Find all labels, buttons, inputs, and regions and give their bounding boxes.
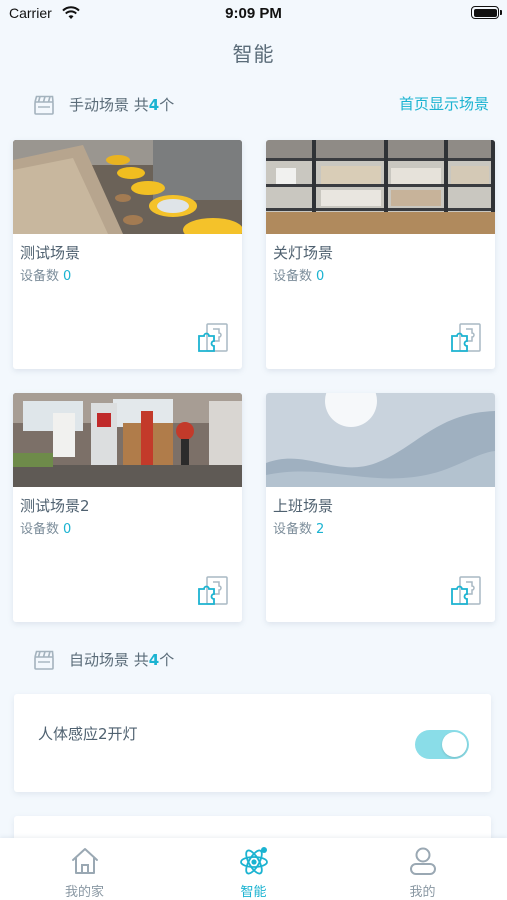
manual-scene-header: 手动场景 共4个 首页显示场景 [0,90,507,120]
auto-scene-toggle[interactable] [415,730,469,759]
tab-smart[interactable]: 智能 [169,838,338,900]
tab-label: 智能 [240,885,267,900]
device-count-label: 设备数 [273,269,313,284]
status-bar: Carrier 9:09 PM [0,0,507,28]
page-title: 智能 [232,42,275,66]
auto-scene-suffix: 个 [159,651,175,669]
manual-scene-label: 手动场景 共 [69,96,149,114]
puzzle-icon[interactable] [450,576,482,610]
atom-icon [239,846,269,876]
puzzle-icon[interactable] [450,323,482,357]
clock: 9:09 PM [225,5,282,22]
scene-name: 关灯场景 [273,244,334,262]
puzzle-icon[interactable] [197,323,229,357]
tab-label: 我的 [409,885,436,900]
scene-card[interactable]: 测试场景2 设备数 0 [13,393,242,622]
puzzle-icon[interactable] [197,576,229,610]
show-on-home-link[interactable]: 首页显示场景 [399,93,489,114]
manual-scene-count: 4 [148,96,160,114]
device-count-value: 0 [63,269,72,284]
scene-photo [13,393,242,487]
scene-photo [266,393,495,487]
home-icon [70,846,100,876]
clapperboard-icon [33,94,55,120]
device-count-label: 设备数 [20,269,60,284]
auto-scene-label: 自动场景 共 [69,651,149,669]
tab-mine[interactable]: 我的 [338,838,507,900]
auto-scene-name: 人体感应2开灯 [38,725,138,743]
scene-card[interactable]: 测试场景 设备数 0 [13,140,242,369]
tab-bar: 我的家 智能 我的 [0,838,507,900]
scene-card[interactable]: 上班场景 设备数 2 [266,393,495,622]
device-count-value: 0 [63,522,72,537]
battery-icon [471,6,502,19]
auto-scene-header: 自动场景 共4个 [0,645,507,675]
scene-photo [13,140,242,234]
auto-scene-count: 4 [148,651,160,669]
scene-card[interactable]: 关灯场景 设备数 0 [266,140,495,369]
device-count-label: 设备数 [273,522,313,537]
scene-photo [266,140,495,234]
clapperboard-icon [33,649,55,675]
scene-name: 测试场景 [20,244,81,262]
manual-scene-suffix: 个 [159,96,175,114]
tab-home[interactable]: 我的家 [0,838,169,900]
device-count-label: 设备数 [20,522,60,537]
device-count-value: 2 [316,522,325,537]
tab-label: 我的家 [64,885,104,900]
device-count-value: 0 [316,269,325,284]
scene-name: 测试场景2 [20,497,90,515]
user-icon [408,846,438,876]
auto-scene-card[interactable]: 人体感应2开灯 [14,694,491,792]
toggle-knob [442,732,467,757]
scene-name: 上班场景 [273,497,334,515]
